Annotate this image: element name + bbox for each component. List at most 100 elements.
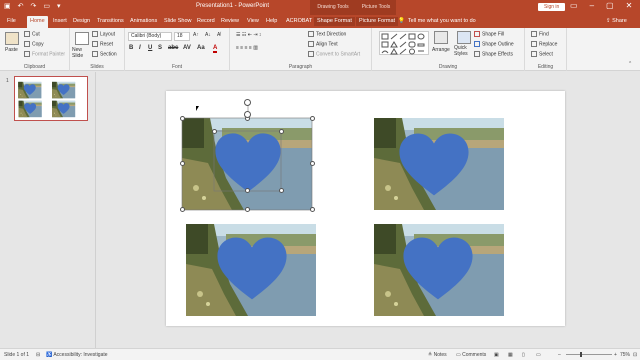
tab-transitions[interactable]: Transitions bbox=[94, 17, 127, 26]
arrange-icon[interactable] bbox=[434, 31, 448, 44]
tab-file[interactable]: File bbox=[4, 17, 19, 26]
resize-handle[interactable] bbox=[310, 116, 315, 121]
paint-bucket-icon bbox=[474, 31, 480, 37]
close-icon[interactable]: ✕ bbox=[626, 1, 633, 10]
slide-thumbnail[interactable] bbox=[14, 76, 88, 121]
shape-effects-button[interactable]: Shape Effects bbox=[474, 51, 513, 57]
slide-number: 1 bbox=[6, 78, 9, 84]
paste-button[interactable]: Paste bbox=[5, 47, 18, 53]
align-icons[interactable]: ≡ ≡ ≡ ≡ ▥ bbox=[236, 45, 258, 51]
find-button[interactable]: Find bbox=[531, 31, 549, 37]
pen-icon bbox=[474, 41, 480, 47]
zoom-out-icon[interactable]: – bbox=[558, 352, 561, 358]
shape-outline-button[interactable]: Shape Outline bbox=[474, 41, 514, 47]
resize-handle[interactable] bbox=[245, 188, 250, 193]
copy-button[interactable]: Copy bbox=[24, 41, 44, 47]
font-color-icon[interactable]: A bbox=[213, 45, 218, 53]
rotate-handle-icon[interactable] bbox=[244, 111, 251, 118]
tell-me-text: Tell me what you want to do bbox=[407, 18, 476, 24]
tab-shape-format[interactable]: Shape Format bbox=[314, 17, 355, 26]
change-case-icon[interactable]: Aa bbox=[197, 45, 205, 51]
zoom-in-icon[interactable]: + bbox=[614, 352, 617, 358]
tab-review[interactable]: Review bbox=[218, 17, 242, 26]
resize-handle[interactable] bbox=[279, 188, 284, 193]
tell-me-box[interactable]: 💡 Tell me what you want to do bbox=[398, 17, 476, 26]
accessibility-button[interactable]: ♿ Accessibility: Investigate bbox=[46, 352, 108, 358]
maximize-icon[interactable]: ▢ bbox=[606, 1, 614, 10]
resize-handle[interactable] bbox=[180, 207, 185, 212]
resize-handle[interactable] bbox=[310, 207, 315, 212]
shapes-gallery[interactable] bbox=[379, 31, 429, 55]
zoom-slider[interactable] bbox=[566, 354, 612, 355]
zoom-slider-knob[interactable] bbox=[580, 352, 582, 357]
resize-handle[interactable] bbox=[279, 129, 284, 134]
resize-handle[interactable] bbox=[180, 116, 185, 121]
ribbon-display-icon[interactable]: ▭ bbox=[570, 1, 578, 10]
quick-styles-button[interactable]: Quick Styles bbox=[454, 45, 474, 57]
resize-handle[interactable] bbox=[310, 161, 315, 166]
normal-view-icon[interactable]: ▣ bbox=[494, 352, 499, 358]
italic-icon[interactable]: I bbox=[139, 45, 141, 51]
collapse-ribbon-icon[interactable]: ⌃ bbox=[628, 61, 632, 67]
clear-formatting-icon[interactable]: A̸ bbox=[217, 32, 220, 38]
tab-home[interactable]: Home bbox=[27, 16, 48, 28]
bullets-icon[interactable]: ☰ ☷ ⇤ ⇥ ↕ bbox=[236, 32, 261, 38]
group-font: Calibri (Body) 18 A↑ A↓ A̸ B I U S abc A… bbox=[125, 28, 230, 71]
share-button[interactable]: ⇪ Share bbox=[606, 17, 627, 26]
resize-handle[interactable] bbox=[212, 129, 217, 134]
resize-handle[interactable] bbox=[245, 207, 250, 212]
reading-view-icon[interactable]: ▯ bbox=[522, 352, 525, 358]
spelling-icon[interactable]: ⊟ bbox=[36, 352, 40, 358]
resize-handle[interactable] bbox=[180, 161, 185, 166]
comments-button[interactable]: ▭ Comments bbox=[456, 352, 486, 358]
slide[interactable] bbox=[166, 91, 565, 326]
tab-acrobat[interactable]: ACROBAT bbox=[283, 17, 315, 26]
slideshow-view-icon[interactable]: ▭ bbox=[536, 352, 541, 358]
grow-font-icon[interactable]: A↑ bbox=[193, 32, 199, 38]
tab-help[interactable]: Help bbox=[263, 17, 280, 26]
tab-insert[interactable]: Insert bbox=[50, 17, 70, 26]
align-text-button[interactable]: Align Text bbox=[308, 41, 338, 47]
tab-design[interactable]: Design bbox=[70, 17, 93, 26]
slide-sorter-icon[interactable]: ▦ bbox=[508, 352, 513, 358]
shape-fill-button[interactable]: Shape Fill bbox=[474, 31, 504, 37]
layout-button[interactable]: Layout bbox=[92, 31, 115, 37]
cut-button[interactable]: Cut bbox=[24, 31, 40, 37]
replace-button[interactable]: Replace bbox=[531, 41, 557, 47]
align-text-label: Align Text bbox=[316, 41, 338, 48]
underline-icon[interactable]: U bbox=[148, 45, 152, 51]
tab-record[interactable]: Record bbox=[194, 17, 218, 26]
ribbon: Paste Cut Copy Format Painter Clipboard … bbox=[0, 28, 640, 71]
strikethrough-icon[interactable]: abc bbox=[168, 45, 178, 51]
shadow-icon[interactable]: S bbox=[158, 45, 162, 51]
shrink-font-icon[interactable]: A↓ bbox=[205, 32, 211, 38]
format-painter-button[interactable]: Format Painter bbox=[24, 51, 65, 57]
convert-smartart-button[interactable]: Convert to SmartArt bbox=[308, 51, 360, 57]
tab-slide-show[interactable]: Slide Show bbox=[161, 17, 195, 26]
tab-picture-format[interactable]: Picture Format bbox=[356, 17, 399, 26]
new-slide-button[interactable]: New Slide bbox=[72, 47, 94, 59]
quick-styles-icon[interactable] bbox=[457, 31, 471, 44]
effects-icon bbox=[474, 51, 480, 57]
shape-fill-label: Shape Fill bbox=[482, 31, 505, 38]
fit-slide-icon[interactable]: ⊡ bbox=[633, 352, 637, 358]
reset-button[interactable]: Reset bbox=[92, 41, 113, 47]
select-button[interactable]: Select bbox=[531, 51, 553, 57]
new-slide-icon[interactable] bbox=[75, 32, 89, 45]
bold-icon[interactable]: B bbox=[129, 45, 133, 51]
arrange-button[interactable]: Arrange bbox=[432, 47, 450, 53]
text-direction-button[interactable]: Text Direction bbox=[308, 31, 346, 37]
tab-view[interactable]: View bbox=[244, 17, 262, 26]
font-name-select[interactable]: Calibri (Body) bbox=[128, 32, 172, 41]
rotate-handle-icon[interactable] bbox=[244, 99, 251, 106]
signin-button[interactable]: Sign in bbox=[538, 3, 566, 11]
tab-animations[interactable]: Animations bbox=[127, 17, 160, 26]
char-spacing-icon[interactable]: AV bbox=[183, 45, 191, 51]
section-button[interactable]: Section bbox=[92, 51, 117, 57]
minimize-icon[interactable]: – bbox=[590, 1, 594, 10]
zoom-level[interactable]: 75% bbox=[620, 352, 630, 358]
notes-button[interactable]: ≜ Notes bbox=[428, 352, 447, 358]
paste-icon[interactable] bbox=[5, 32, 19, 45]
shape-effects-label: Shape Effects bbox=[482, 51, 514, 58]
font-size-select[interactable]: 18 bbox=[174, 32, 190, 41]
